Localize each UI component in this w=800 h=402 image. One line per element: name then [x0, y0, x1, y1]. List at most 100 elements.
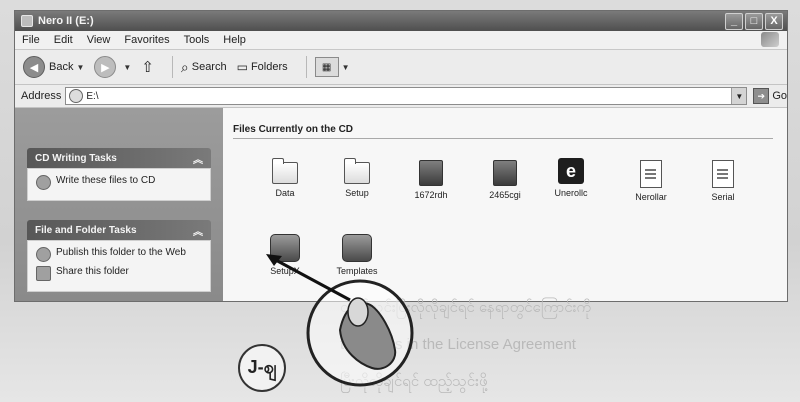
dropdown-arrow-icon: ▼ [123, 62, 132, 72]
panel-title: File and Folder Tasks [35, 224, 137, 236]
menu-bar: File Edit View Favorites Tools Help [15, 31, 787, 50]
file-label: 2465cgi [489, 190, 521, 200]
window-title: Nero II (E:) [38, 15, 94, 27]
task-pane: CD Writing Tasks ︽ Write these files to … [15, 108, 223, 301]
forward-arrow-icon: ▶ [94, 56, 117, 78]
menu-help[interactable]: Help [216, 34, 253, 46]
file-item-nerollar[interactable]: Nerollar [621, 160, 681, 202]
page-text-line: the terms in the License Agreement [340, 336, 576, 353]
file-item-setupx[interactable]: SetupX [255, 234, 315, 276]
file-label: 1672rdh [414, 190, 448, 200]
executable-icon [419, 160, 443, 186]
dropdown-arrow-icon: ▼ [341, 62, 350, 72]
panel-title: CD Writing Tasks [35, 152, 117, 164]
back-button[interactable]: ◀ Back ▼ [23, 56, 84, 78]
group-divider [233, 138, 773, 139]
group-title: Files Currently on the CD [233, 124, 354, 135]
globe-icon [36, 247, 51, 262]
file-item-data[interactable]: Data [255, 158, 315, 198]
address-input[interactable]: E:\ ▼ [65, 87, 748, 105]
panel-body: Publish this folder to the Web Share thi… [27, 240, 211, 292]
back-arrow-icon: ◀ [23, 56, 45, 78]
standard-toolbar: ◀ Back ▼ ▶ ▼ ⇧ ⌕ Search ▭ Folders ▦ ▼ [15, 50, 787, 85]
folders-icon: ▭ [236, 60, 248, 74]
search-icon: ⌕ [180, 58, 189, 75]
go-button[interactable]: ➔ Go [753, 88, 787, 104]
toolbar-separator [171, 56, 173, 78]
forward-button[interactable]: ▶ ▼ [94, 56, 131, 78]
menu-edit[interactable]: Edit [47, 34, 80, 46]
file-label: Data [275, 188, 295, 198]
file-item-2465cgi[interactable]: 2465cgi [475, 160, 535, 200]
maximize-button[interactable]: □ [745, 13, 763, 30]
executable-icon [493, 160, 517, 186]
task-label: Publish this folder to the Web [56, 247, 186, 258]
share-icon [36, 266, 51, 281]
windows-logo-icon [761, 32, 779, 47]
cd-drive-icon [69, 89, 84, 103]
file-item-unerollc[interactable]: e Unerollc [541, 158, 601, 198]
explorer-window: Nero II (E:) _ □ X File Edit View Favori… [14, 10, 788, 302]
cd-writing-tasks-panel: CD Writing Tasks ︽ Write these files to … [27, 148, 211, 201]
panel-header[interactable]: CD Writing Tasks ︽ [27, 148, 211, 168]
installer-icon [342, 234, 372, 262]
window-controls: _ □ X [725, 13, 783, 30]
address-value: E:\ [86, 90, 99, 102]
burn-cd-icon [36, 175, 51, 190]
folder-icon [272, 158, 298, 184]
file-item-setup[interactable]: Setup [327, 158, 387, 198]
file-label: Unerollc [554, 188, 588, 198]
close-button[interactable]: X [765, 13, 783, 30]
panel-body: Write these files to CD [27, 168, 211, 201]
folders-label: Folders [250, 61, 288, 73]
task-share-folder[interactable]: Share this folder [36, 266, 202, 281]
file-label: Setup [345, 188, 369, 198]
file-item-serial[interactable]: Serial [693, 160, 753, 202]
go-label: Go [772, 90, 787, 102]
search-label: Search [191, 61, 227, 73]
file-label: Nerollar [635, 192, 667, 202]
toolbar-separator [305, 56, 307, 78]
menu-file[interactable]: File [15, 34, 47, 46]
task-write-to-cd[interactable]: Write these files to CD [36, 175, 202, 190]
task-label: Share this folder [56, 266, 129, 277]
file-item-templates[interactable]: Templates [327, 234, 387, 276]
menu-view[interactable]: View [80, 34, 118, 46]
page-background: Nero II (E:) _ □ X File Edit View Favori… [0, 0, 800, 402]
file-label: Templates [336, 266, 378, 276]
address-label: Address [21, 90, 62, 102]
chevron-down-icon[interactable]: ▼ [731, 88, 747, 104]
page-text-line: ပြီးလိုလိုချင်ရင် ထည့်သွင်းဖို့ [340, 373, 488, 390]
page-text-line: ထည့်သင်းပြီးလိုလိုချင်ရင် နေရာတွင်ကြောင်… [340, 299, 592, 316]
document-icon [640, 160, 662, 188]
back-label: Back [49, 61, 74, 73]
file-folder-tasks-panel: File and Folder Tasks ︽ Publish this fol… [27, 220, 211, 292]
minimize-button[interactable]: _ [725, 13, 743, 30]
views-button[interactable]: ▦ ▼ [314, 57, 350, 77]
menu-tools[interactable]: Tools [177, 34, 217, 46]
panel-header[interactable]: File and Folder Tasks ︽ [27, 220, 211, 240]
collapse-icon[interactable]: ︽ [193, 151, 203, 166]
document-icon [712, 160, 734, 188]
go-arrow-icon: ➔ [753, 88, 770, 104]
collapse-icon[interactable]: ︽ [193, 223, 203, 238]
ie-icon: e [558, 158, 584, 184]
task-publish-web[interactable]: Publish this folder to the Web [36, 247, 202, 262]
title-bar[interactable]: Nero II (E:) _ □ X [15, 11, 787, 31]
installer-icon [270, 234, 300, 262]
task-label: Write these files to CD [56, 175, 156, 186]
cd-drive-icon [21, 15, 33, 27]
folder-up-icon: ⇧ [141, 59, 154, 76]
folders-button[interactable]: ▭ Folders [237, 60, 288, 74]
address-bar: Address E:\ ▼ ➔ Go [15, 85, 787, 108]
file-view: Files Currently on the CD Data Setup 167… [223, 108, 787, 301]
menu-favorites[interactable]: Favorites [117, 34, 176, 46]
search-button[interactable]: ⌕ Search [181, 59, 227, 76]
step-callout: J-ဈ [238, 344, 286, 392]
views-icon: ▦ [314, 57, 339, 77]
file-item-1672rdh[interactable]: 1672rdh [401, 160, 461, 200]
up-button[interactable]: ⇧ [141, 58, 154, 76]
folder-icon [344, 158, 370, 184]
file-label: Serial [711, 192, 735, 202]
file-label: SetupX [270, 266, 300, 276]
